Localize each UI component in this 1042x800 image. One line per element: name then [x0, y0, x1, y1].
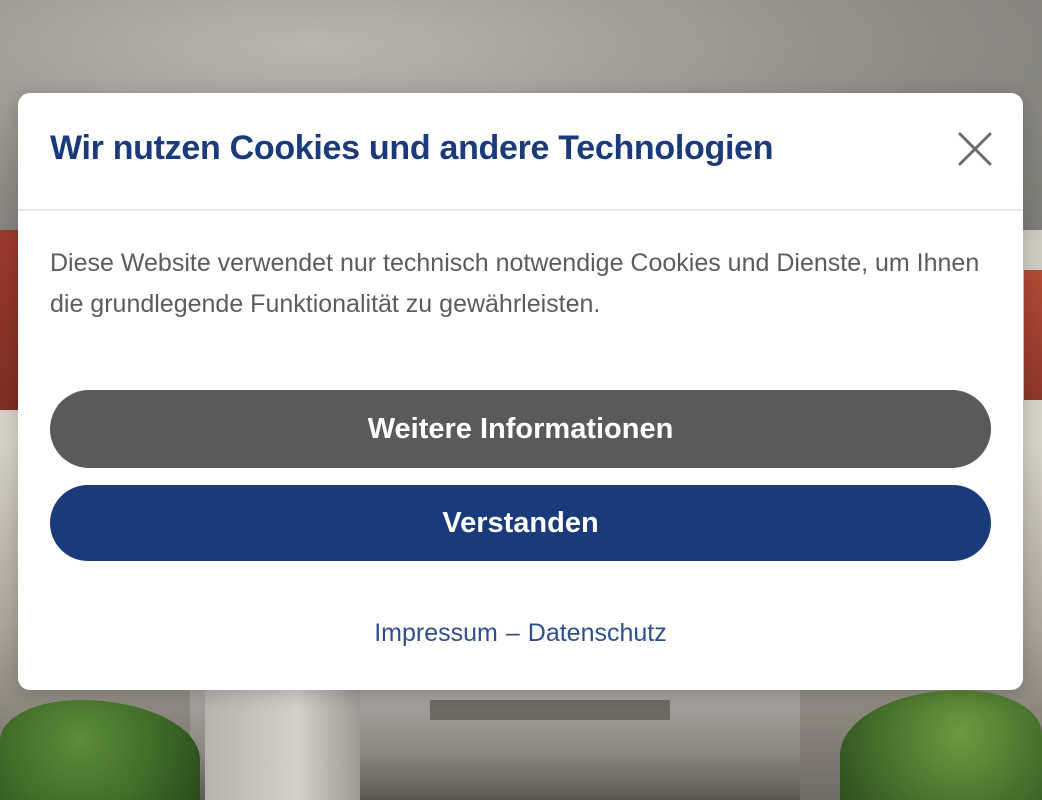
close-button[interactable]: [955, 131, 995, 171]
background-trees-left: [0, 700, 200, 800]
dialog-header: Wir nutzen Cookies und andere Technologi…: [18, 93, 1023, 211]
background-bridge: [430, 700, 670, 720]
impressum-link[interactable]: Impressum: [374, 619, 498, 647]
background-tower: [205, 690, 360, 800]
privacy-link[interactable]: Datenschutz: [528, 619, 667, 647]
dialog-description: Diese Website verwendet nur technisch no…: [50, 249, 980, 318]
accept-button[interactable]: Verstanden: [50, 485, 991, 561]
background-roof-left: [0, 230, 18, 410]
dialog-footer-links: Impressum – Datenschutz: [18, 619, 1023, 648]
close-icon: [957, 131, 993, 172]
link-separator: –: [505, 619, 520, 647]
cookie-consent-dialog: Wir nutzen Cookies und andere Technologi…: [18, 93, 1023, 690]
background-trees-right: [840, 690, 1042, 800]
more-info-button[interactable]: Weitere Informationen: [50, 390, 991, 468]
dialog-title: Wir nutzen Cookies und andere Technologi…: [50, 129, 774, 167]
background-roof-right: [1024, 270, 1042, 400]
